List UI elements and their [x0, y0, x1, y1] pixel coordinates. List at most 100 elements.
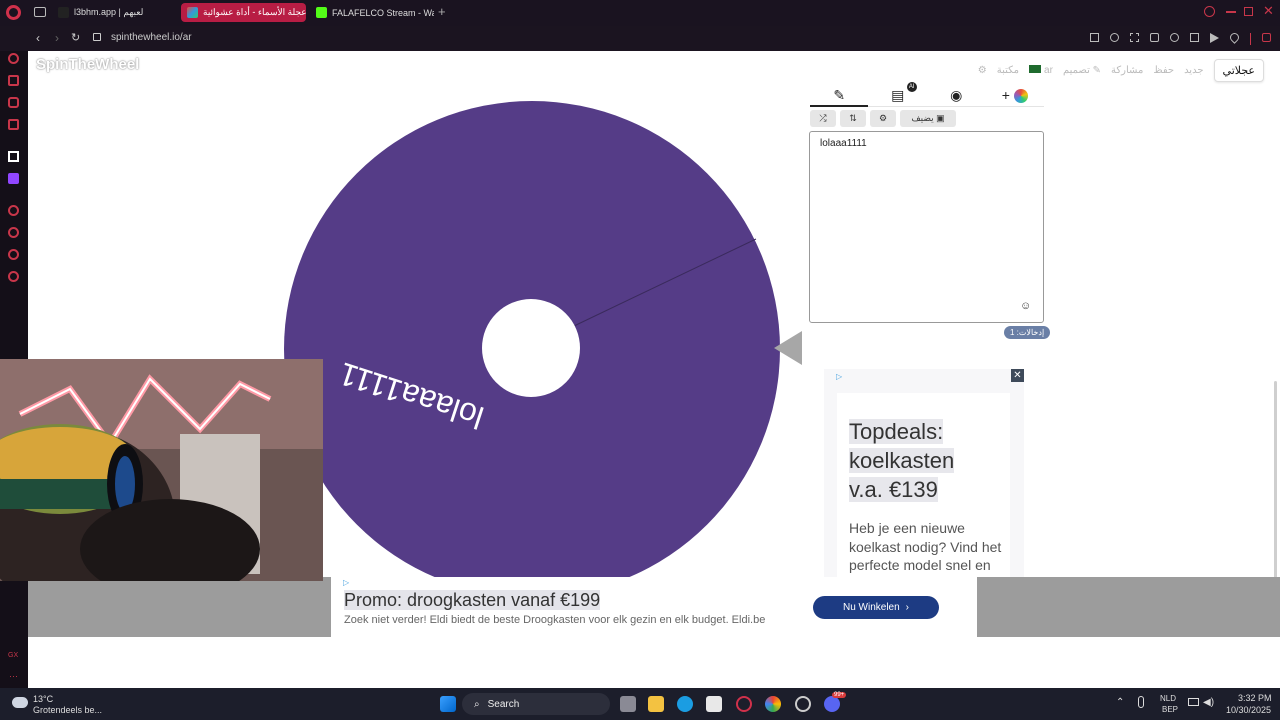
tab-ai-generate[interactable]: ▤ AI	[869, 81, 927, 107]
adchoices-icon[interactable]: ▷	[343, 578, 349, 587]
sidebar-crypto-icon[interactable]	[8, 75, 19, 86]
ad-close-button[interactable]: ✕	[1011, 369, 1024, 382]
tab-favicon-icon	[58, 7, 69, 18]
adchoices-icon[interactable]: ▷	[836, 372, 842, 381]
forward-icon[interactable]: ›	[55, 31, 59, 45]
sort-button[interactable]: ⇅	[840, 110, 866, 127]
nav-design-link[interactable]: تصميم ✎	[1063, 65, 1101, 76]
pin-icon[interactable]	[1110, 33, 1119, 42]
webcam-overlay	[0, 359, 323, 581]
clock-time[interactable]: 3:32 PM	[1238, 693, 1272, 703]
sidebar-gx-icon[interactable]: GX	[8, 652, 18, 659]
player-icon[interactable]	[1210, 33, 1219, 43]
nav-save-link[interactable]: حفظ	[1153, 65, 1174, 76]
close-window-icon[interactable]: ✕	[1263, 3, 1274, 19]
gallery-label: مكتبة	[996, 65, 1020, 76]
profile-icon[interactable]	[1262, 33, 1271, 42]
tab-edit-entries[interactable]: ✎	[810, 85, 869, 107]
color-wheel-icon	[1013, 88, 1028, 103]
store-icon[interactable]	[706, 696, 722, 712]
search-icon: ⌕	[474, 698, 480, 710]
browser-toolbar-icons	[1090, 31, 1280, 45]
opera-logo-icon[interactable]	[6, 5, 21, 20]
sidebar-instagram-icon[interactable]	[8, 97, 19, 108]
url-text[interactable]: spinthewheel.io/ar	[111, 32, 192, 43]
sidebar-twitch-icon[interactable]	[8, 173, 19, 184]
reload-icon[interactable]: ↻	[71, 31, 80, 44]
opera-gx-icon[interactable]	[736, 696, 752, 712]
address-bar: ‹ › ↻ spinthewheel.io/ar	[0, 26, 1280, 51]
back-icon[interactable]: ‹	[36, 31, 40, 45]
nav-new-link[interactable]: جديد	[1184, 65, 1203, 76]
emoji-icon[interactable]: ☺	[1020, 300, 1031, 312]
file-explorer-icon[interactable]	[648, 696, 664, 712]
volume-icon[interactable]: ◀)	[1203, 697, 1214, 708]
network-icon[interactable]	[1188, 698, 1199, 706]
tab-hide-entries[interactable]: ◉	[927, 85, 985, 107]
minimize-icon[interactable]	[1226, 11, 1236, 13]
my-wheels-button[interactable]: عجلاتي	[1213, 59, 1264, 82]
workspaces-icon[interactable]	[34, 7, 46, 17]
advanced-button[interactable]: ⚙	[870, 110, 896, 127]
chrome-icon[interactable]	[765, 696, 781, 712]
tab-add-color[interactable]: +	[986, 85, 1044, 107]
tab-label: FALAFELCO Stream - Watch	[332, 7, 434, 18]
sidebar-downloads-icon[interactable]	[8, 249, 19, 260]
microphone-icon[interactable]	[1138, 696, 1144, 708]
translate-icon[interactable]	[1190, 33, 1199, 42]
settings-icon[interactable]	[1170, 33, 1179, 42]
shop-now-label: Nu Winkelen	[842, 602, 900, 613]
language-bottom[interactable]: BEP	[1162, 705, 1178, 714]
search-label: Search	[487, 698, 520, 710]
nav-language-link[interactable]: ar	[1029, 65, 1053, 76]
windows-start-icon[interactable]	[440, 696, 456, 712]
maximize-icon[interactable]	[1244, 7, 1253, 16]
tab-l3bhm[interactable]: l3bhm.app | لعبهم	[52, 3, 176, 22]
sidebar-aria-icon[interactable]	[8, 53, 19, 64]
shuffle-button[interactable]: ⤮	[810, 110, 836, 127]
snapshot-icon[interactable]	[1130, 33, 1139, 42]
sidebar-kick-icon[interactable]	[8, 151, 19, 162]
sidebar-player-icon[interactable]	[8, 205, 19, 216]
bottom-ad-banner[interactable]: ▷ Promo: droogkasten vanaf €199 Zoek nie…	[331, 577, 977, 637]
add-image-label: يضيف	[911, 113, 934, 123]
split-view-icon[interactable]	[1090, 33, 1099, 42]
shield-icon[interactable]	[1150, 33, 1159, 42]
sidebar-messenger-icon[interactable]	[8, 119, 19, 130]
search-tabs-icon[interactable]	[1204, 6, 1215, 17]
entries-textarea[interactable]: lolaaa1111	[809, 131, 1044, 323]
wheel[interactable]: lolaaa1111	[282, 99, 782, 599]
share-label: مشاركة	[1111, 65, 1144, 76]
shop-now-button[interactable]: Nu Winkelen ›	[813, 596, 939, 619]
clock-date[interactable]: 10/30/2025	[1226, 705, 1271, 715]
new-tab-plus-icon[interactable]: +	[438, 4, 446, 19]
heart-icon[interactable]	[1228, 31, 1241, 44]
sidebar-more-icon[interactable]: ···	[9, 671, 18, 681]
edge-icon[interactable]	[677, 696, 693, 712]
nav-settings-icon[interactable]: ⚙	[978, 65, 987, 76]
obs-icon[interactable]	[795, 696, 811, 712]
bottom-ad-title-text: Promo: droogkasten vanaf €199	[344, 590, 601, 610]
flag-icon	[1029, 65, 1042, 73]
tab-spinthewheel[interactable]: برنامج عجلة الأسماء - أداة عشوائية	[181, 3, 306, 22]
sidebar-settings-icon[interactable]	[8, 271, 19, 282]
top-navigation: ⚙ مكتبة ar تصميم ✎ مشاركة حفظ جديد عجلات…	[978, 59, 1264, 82]
nav-gallery-link[interactable]: مكتبة	[997, 65, 1019, 76]
cloud-icon[interactable]	[12, 697, 28, 708]
entry-count-badge: إدخالات: 1	[1004, 326, 1051, 339]
nav-share-link[interactable]: مشاركة	[1111, 65, 1143, 76]
language-top[interactable]: NLD	[1160, 694, 1176, 703]
sidebar-history-icon[interactable]	[8, 227, 19, 238]
chevron-up-icon[interactable]: ⌃	[1116, 697, 1124, 708]
wheel-pointer	[774, 331, 802, 365]
wheel-hub[interactable]	[482, 299, 580, 397]
browser-tab-bar: l3bhm.app | لعبهم برنامج عجلة الأسماء - …	[0, 0, 1280, 26]
add-image-button[interactable]: يضيف ▣	[900, 110, 956, 127]
site-logo[interactable]: SpinTheWheel	[36, 56, 139, 73]
task-view-icon[interactable]	[620, 696, 636, 712]
tab-favicon-icon	[187, 7, 198, 18]
taskbar-search[interactable]: ⌕ Search	[462, 693, 610, 715]
tab-falafelco[interactable]: FALAFELCO Stream - Watch	[310, 3, 434, 22]
discord-icon[interactable]	[824, 696, 840, 712]
lock-icon	[93, 33, 101, 41]
